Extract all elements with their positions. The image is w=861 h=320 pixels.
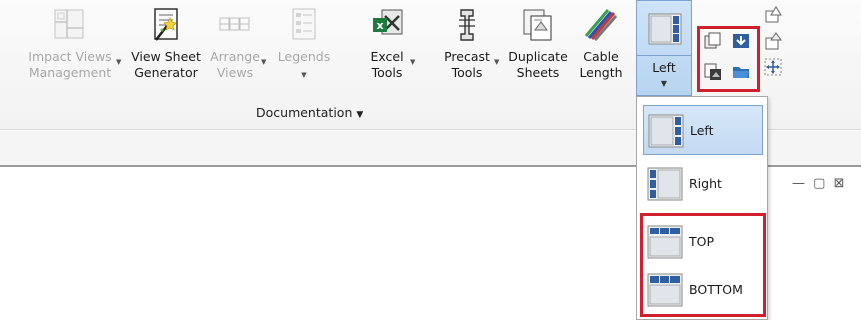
chevron-down-icon[interactable]: ▼ <box>637 79 691 88</box>
floorplan-icon <box>54 9 84 39</box>
layout-left-split-button[interactable]: Left ▼ <box>636 0 692 96</box>
excel-tools-button[interactable]: x Excel Tools ▼ <box>362 8 416 88</box>
excel-icon: x <box>373 9 403 35</box>
close-icon[interactable]: ⊠ <box>834 176 847 191</box>
layout-option-bottom[interactable]: BOTTOM <box>643 265 763 315</box>
cable-length-label-1: Cable <box>583 49 619 64</box>
layout-option-top-label: TOP <box>689 234 715 249</box>
layout-left-icon <box>648 114 684 148</box>
chevron-down-icon: ▼ <box>410 58 416 66</box>
minimize-icon[interactable]: — <box>792 176 807 191</box>
excel-tools-label-2: Tools <box>371 65 403 80</box>
chevron-down-icon: ▼ <box>494 58 500 66</box>
cable-icon <box>585 9 617 41</box>
window-controls: — ▢ ⊠ <box>792 176 846 191</box>
chevron-down-icon: ▼ <box>116 58 122 66</box>
open-folder-icon[interactable] <box>732 63 750 81</box>
layout-dropdown-menu: Left Right TOP BOTTOM <box>636 96 768 320</box>
layout-left-icon <box>648 13 682 45</box>
precast-tools-label-2: Tools <box>451 65 483 80</box>
restore-icon[interactable]: ▢ <box>813 176 827 191</box>
paste-views-icon[interactable] <box>704 63 722 81</box>
duplicate-sheets-button[interactable]: Duplicate Sheets <box>506 8 570 88</box>
cable-length-label-2: Length <box>579 65 623 80</box>
impact-views-label-1: Impact Views <box>28 49 112 64</box>
chevron-down-icon: ▼ <box>356 110 364 120</box>
duplicate-sheets-label-2: Sheets <box>516 65 560 80</box>
grid-icon <box>219 17 250 31</box>
layout-option-left[interactable]: Left <box>643 105 763 155</box>
layout-option-bottom-label: BOTTOM <box>689 282 743 297</box>
magic-sheet-icon <box>154 8 178 41</box>
sheet-up-icon[interactable] <box>764 5 782 23</box>
precast-tools-button[interactable]: Precast Tools ▼ <box>440 8 499 88</box>
layout-option-top[interactable]: TOP <box>643 217 763 267</box>
layout-option-left-label: Left <box>690 123 714 138</box>
duplicate-sheets-label-1: Duplicate <box>508 49 568 64</box>
precast-icon <box>459 9 475 41</box>
view-sheet-label-2: Generator <box>134 65 198 80</box>
impact-views-management-button[interactable]: Impact Views Management ▼ <box>24 8 121 88</box>
svg-text:x: x <box>376 19 383 32</box>
legend-icon <box>292 8 316 40</box>
cable-length-button[interactable]: Cable Length <box>576 8 626 88</box>
view-sheet-generator-button[interactable]: View Sheet Generator <box>130 8 202 88</box>
legends-button[interactable]: Legends ▼ <box>272 8 336 88</box>
layout-right-icon <box>647 167 683 201</box>
arrange-views-label-2: Views <box>216 65 254 80</box>
copy-views-icon[interactable] <box>704 32 722 50</box>
arrange-views-label-1: Arrange <box>210 49 260 64</box>
layout-option-right[interactable]: Right <box>643 159 763 209</box>
duplicate-sheets-icon <box>523 9 552 41</box>
layout-option-right-label: Right <box>689 176 722 191</box>
view-sheet-label-1: View Sheet <box>131 49 201 64</box>
sheet-down-icon[interactable] <box>764 32 782 50</box>
chevron-down-icon: ▼ <box>261 58 267 66</box>
move-icon[interactable] <box>764 58 782 76</box>
arrange-views-button[interactable]: Arrange Views ▼ <box>205 8 267 88</box>
layout-split-label: Left <box>652 60 676 75</box>
layout-bottom-icon <box>647 273 683 307</box>
panel-title-documentation[interactable]: Documentation ▼ <box>256 105 363 120</box>
legends-label: Legends <box>277 49 331 64</box>
chevron-down-icon: ▼ <box>301 71 307 79</box>
layout-top-icon <box>647 225 683 259</box>
excel-tools-label-1: Excel <box>370 49 404 64</box>
precast-tools-label-1: Precast <box>444 49 490 64</box>
import-icon[interactable] <box>732 32 750 50</box>
impact-views-label-2: Management <box>28 65 112 80</box>
panel-title-text: Documentation <box>256 105 353 120</box>
